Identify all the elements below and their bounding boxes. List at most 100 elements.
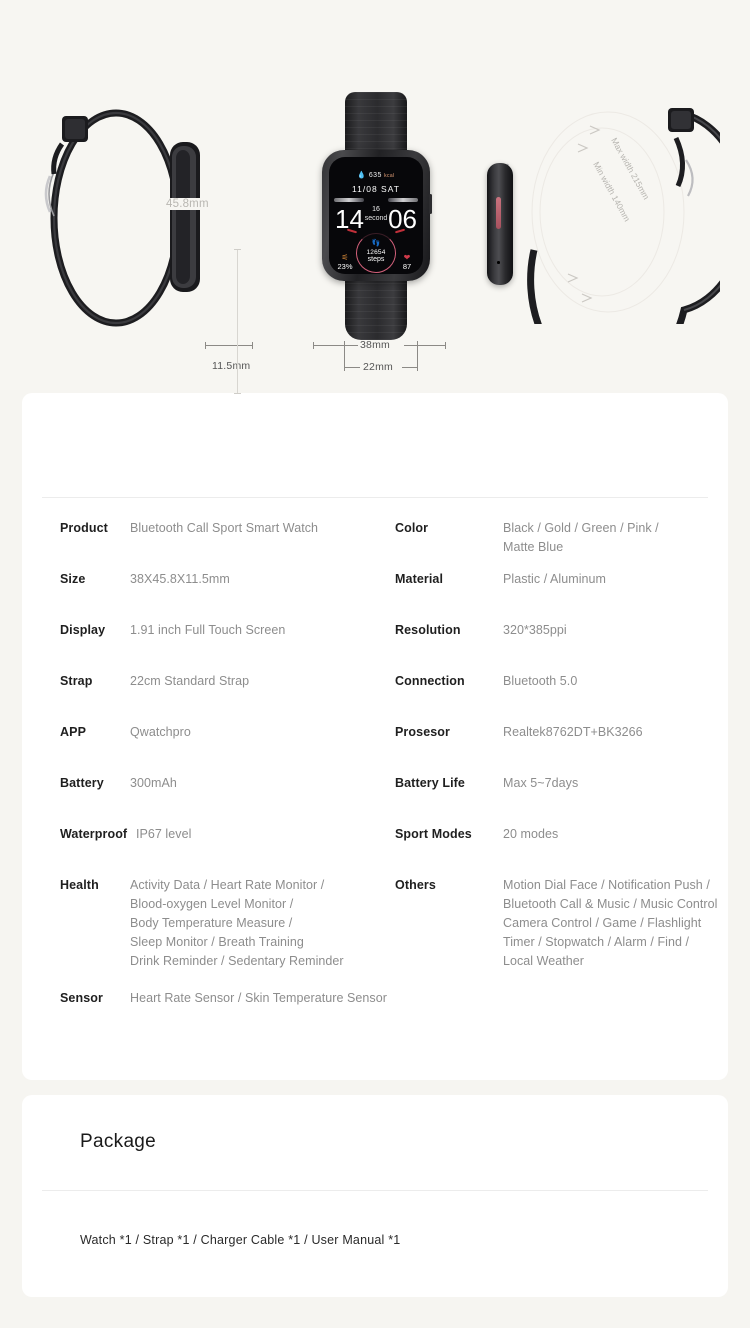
package-contents: Watch *1 / Strap *1 / Charger Cable *1 /… <box>80 1233 401 1247</box>
footsteps-icon: 👣 <box>371 240 381 247</box>
spec-row-others: Others Motion Dial Face / Notification P… <box>395 876 717 971</box>
spec-value: 22cm Standard Strap <box>130 674 250 688</box>
case-width-cap-right <box>445 342 446 349</box>
battery-readout: ⚟ 23% <box>332 253 358 271</box>
spec-label: Strap <box>60 674 93 688</box>
spec-value: Black / Gold / Green / Pink / Matte Blue <box>503 521 659 554</box>
droplet-icon: 💧 <box>357 172 367 179</box>
side-button <box>429 194 432 214</box>
spec-label: Battery Life <box>395 776 465 790</box>
case-width-leader-right <box>404 345 446 346</box>
steps-progress-ring: 👣 12654 steps <box>356 233 396 273</box>
heart-rate-readout: ❤ 87 <box>394 253 420 271</box>
spec-row-size: Size 38X45.8X11.5mm <box>60 570 395 589</box>
seconds-value: 16 <box>372 206 380 213</box>
spec-label: Sport Modes <box>395 827 472 841</box>
side-crown-button <box>496 197 501 229</box>
product-hero-illustrations: 45.8mm 💧 635 kcal 11/08 SAT 14 06 16 sec… <box>0 0 750 394</box>
spec-value: 320*385ppi <box>503 623 567 637</box>
spec-label: Connection <box>395 674 465 688</box>
watch-side-profile-illustration <box>487 163 513 285</box>
case-width-dimension-label: 38mm <box>360 339 390 351</box>
watch-strap-loop-left-illustration <box>44 106 244 394</box>
spec-row-display: Display 1.91 inch Full Touch Screen <box>60 621 395 640</box>
package-card: Package Watch *1 / Strap *1 / Charger Ca… <box>22 1095 728 1297</box>
spec-value: Realtek8762DT+BK3266 <box>503 725 643 739</box>
spec-value: Motion Dial Face / Notification Push / B… <box>503 878 718 968</box>
spec-label: Sensor <box>60 991 103 1005</box>
spec-row-strap: Strap 22cm Standard Strap <box>60 672 395 691</box>
strap-loop-svg <box>44 109 200 327</box>
spec-label: Waterproof <box>60 827 128 841</box>
steps-label: steps <box>367 256 385 263</box>
decor-arc-right <box>388 198 418 202</box>
case-width-leader-left <box>313 345 358 346</box>
spec-value: 38X45.8X11.5mm <box>130 572 230 586</box>
spec-value: 20 modes <box>503 827 559 841</box>
strap-width-vline-left <box>344 341 345 368</box>
height-dimension-line <box>234 249 241 394</box>
spec-label: Color <box>395 521 429 535</box>
specification-grid: Product Bluetooth Call Sport Smart Watch… <box>60 519 717 1008</box>
spec-label: Prosesor <box>395 725 450 739</box>
spec-row-app: APP Qwatchpro <box>60 723 395 742</box>
strap-width-leader-right <box>402 367 418 368</box>
spec-label: Battery <box>60 776 104 790</box>
spec-label: Resolution <box>395 623 461 637</box>
watch-front-illustration: 💧 635 kcal 11/08 SAT 14 06 16 second 👣 1… <box>322 92 432 340</box>
spec-value: Max 5~7days <box>503 776 579 790</box>
spec-value: Heart Rate Sensor / Skin Temperature Sen… <box>130 991 387 1005</box>
strap-width-vline-right <box>417 341 418 368</box>
height-dimension-label: 45.8mm <box>163 198 212 210</box>
spec-column-left: Product Bluetooth Call Sport Smart Watch… <box>60 519 395 1008</box>
spec-label: Others <box>395 878 436 892</box>
spec-row-connection: Connection Bluetooth 5.0 <box>395 672 708 691</box>
strap-width-dimension-label: 22mm <box>363 361 393 373</box>
steps-value: 12654 <box>366 249 386 256</box>
spec-row-color: Color Black / Gold / Green / Pink / Matt… <box>395 519 708 557</box>
calories-readout: 💧 635 kcal <box>329 171 423 179</box>
spec-label: Display <box>60 623 106 637</box>
spec-row-resolution: Resolution 320*385ppi <box>395 621 708 640</box>
spec-row-sensor: Sensor Heart Rate Sensor / Skin Temperat… <box>60 989 395 1008</box>
spec-label: APP <box>60 725 87 739</box>
battery-icon: ⚟ <box>341 253 349 262</box>
battery-value: 23% <box>337 262 353 271</box>
spec-column-right: Color Black / Gold / Green / Pink / Matt… <box>395 519 717 1008</box>
package-title: Package <box>80 1131 157 1152</box>
spec-label: Material <box>395 572 444 586</box>
package-card-divider <box>42 1190 708 1191</box>
calories-value: 635 <box>368 172 382 179</box>
spec-row-battery: Battery 300mAh <box>60 774 395 793</box>
strap-loop-arcs-svg <box>501 108 749 387</box>
spec-value: IP67 level <box>136 827 192 841</box>
heart-icon: ❤ <box>403 253 411 262</box>
seconds-label: second <box>364 215 388 222</box>
watch-screen: 💧 635 kcal 11/08 SAT 14 06 16 second 👣 1… <box>329 157 423 274</box>
spec-row-prosesor: Prosesor Realtek8762DT+BK3266 <box>395 723 708 742</box>
spec-row-waterproof: Waterproof IP67 level <box>60 825 395 844</box>
thickness-leader-line <box>205 345 253 346</box>
spec-row-health: Health Activity Data / Heart Rate Monito… <box>60 876 395 971</box>
spec-value: Bluetooth Call Sport Smart Watch <box>130 521 319 535</box>
microphone-hole-icon <box>497 261 500 264</box>
spec-value: 300mAh <box>130 776 177 790</box>
spec-row-sport-modes: Sport Modes 20 modes <box>395 825 708 844</box>
spec-value: Qwatchpro <box>130 725 191 739</box>
spec-label: Size <box>60 572 86 586</box>
spec-row-battery-life: Battery Life Max 5~7days <box>395 774 708 793</box>
watch-case: 💧 635 kcal 11/08 SAT 14 06 16 second 👣 1… <box>322 150 432 281</box>
spec-label: Health <box>60 878 99 892</box>
spec-value: Plastic / Aluminum <box>503 572 607 586</box>
thickness-cap-right <box>252 342 253 349</box>
watch-strap-loop-right-illustration <box>490 104 749 387</box>
date-readout: 11/08 SAT <box>352 184 400 194</box>
thickness-dimension-label: 11.5mm <box>212 360 251 372</box>
calories-unit: kcal <box>384 173 395 179</box>
spec-value: Bluetooth 5.0 <box>503 674 578 688</box>
spec-value: Activity Data / Heart Rate Monitor / Blo… <box>130 878 344 968</box>
specification-card: Product Bluetooth Call Sport Smart Watch… <box>22 393 728 1080</box>
spec-row-material: Material Plastic / Aluminum <box>395 570 708 589</box>
spec-card-divider <box>42 497 708 498</box>
thickness-cap-left <box>205 342 206 349</box>
